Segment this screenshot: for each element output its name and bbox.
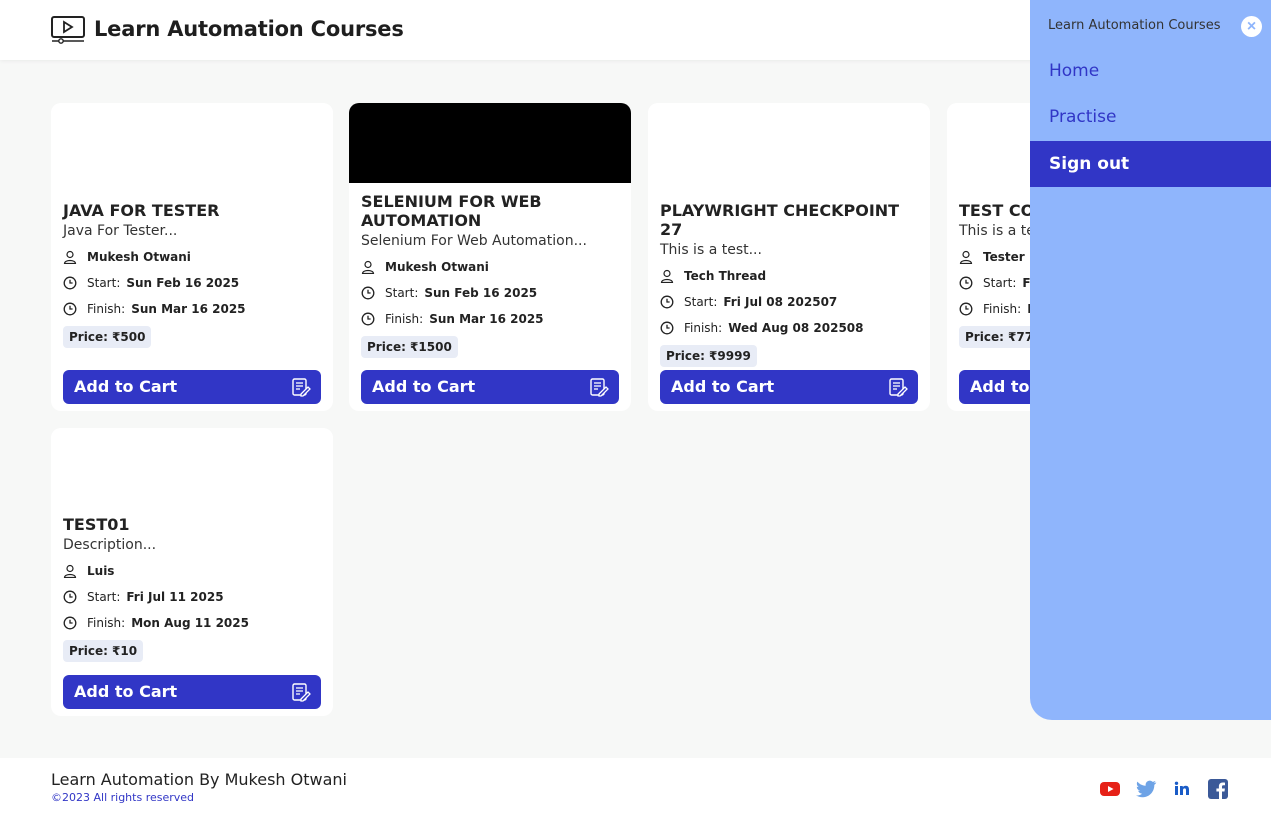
price-badge: Price: ₹9999 bbox=[660, 345, 757, 367]
clock-icon bbox=[959, 302, 973, 316]
course-card: PLAYWRIGHT CHECKPOINT 27 This is a test.… bbox=[648, 103, 930, 411]
clock-icon bbox=[959, 276, 973, 290]
price-badge: Price: ₹10 bbox=[63, 640, 144, 662]
course-author: Tech Thread bbox=[660, 263, 918, 289]
course-title: JAVA FOR TESTER bbox=[63, 201, 220, 220]
menu-item-sign-out[interactable]: Sign out bbox=[1030, 141, 1271, 187]
finish-date: Mon Aug 11 2025 bbox=[131, 616, 249, 630]
course-thumbnail bbox=[648, 103, 930, 183]
clock-icon bbox=[63, 616, 77, 630]
clock-icon bbox=[63, 590, 77, 604]
author-name: Tech Thread bbox=[684, 269, 767, 283]
menu-item-practise[interactable]: Practise bbox=[1030, 94, 1271, 140]
footer-title: Learn Automation By Mukesh Otwani bbox=[51, 770, 347, 789]
add-to-cart-button[interactable]: Add to Cart bbox=[63, 675, 321, 709]
course-start: Start: Fri Jul 11 2025 bbox=[63, 584, 321, 610]
course-title: PLAYWRIGHT CHECKPOINT 27 bbox=[660, 201, 900, 239]
author-name: Luis bbox=[87, 564, 115, 578]
user-icon bbox=[63, 250, 77, 264]
footer: Learn Automation By Mukesh Otwani ©2023 … bbox=[0, 758, 1271, 815]
course-start: Start: Sun Feb 16 2025 bbox=[361, 280, 619, 306]
user-icon bbox=[959, 250, 973, 264]
start-date: Fri Jul 11 2025 bbox=[126, 590, 224, 604]
user-icon bbox=[361, 260, 375, 274]
clock-icon bbox=[660, 321, 674, 335]
course-start: Start: Sun Feb 16 2025 bbox=[63, 270, 321, 296]
course-card: TEST01 Description... Luis Start: Fri Jul… bbox=[51, 428, 333, 716]
course-title: TEST01 bbox=[63, 515, 130, 534]
twitter-icon[interactable] bbox=[1135, 779, 1157, 799]
drawer-title: Learn Automation Courses bbox=[1048, 18, 1221, 33]
start-label: Start: bbox=[983, 276, 1017, 290]
course-title: SELENIUM FOR WEB AUTOMATION bbox=[361, 192, 542, 230]
start-date: Sun Feb 16 2025 bbox=[126, 276, 240, 290]
course-description: Description... bbox=[63, 537, 157, 553]
finish-date: Sun Mar 16 2025 bbox=[429, 312, 544, 326]
user-icon bbox=[63, 564, 77, 578]
add-to-cart-button[interactable]: Add to Cart bbox=[660, 370, 918, 404]
course-finish: Finish: Mon Aug 11 2025 bbox=[63, 610, 321, 636]
course-author: Mukesh Otwani bbox=[63, 244, 321, 270]
course-description: This is a test... bbox=[660, 242, 762, 258]
price-badge: Price: ₹500 bbox=[63, 326, 152, 348]
course-description: Selenium For Web Automation... bbox=[361, 233, 587, 249]
menu-item-home[interactable]: Home bbox=[1030, 48, 1271, 94]
course-card: SELENIUM FOR WEB AUTOMATION Selenium For… bbox=[349, 103, 631, 411]
footer-copyright: ©2023 All rights reserved bbox=[51, 791, 195, 804]
start-label: Start: bbox=[385, 286, 419, 300]
author-name: Mukesh Otwani bbox=[87, 250, 191, 264]
add-to-cart-label: Add to Cart bbox=[671, 377, 775, 396]
cart-note-icon bbox=[292, 378, 311, 397]
finish-label: Finish: bbox=[87, 302, 126, 316]
author-name: Mukesh Otwani bbox=[385, 260, 489, 274]
clock-icon bbox=[660, 295, 674, 309]
side-drawer: Learn Automation Courses × Home Practise… bbox=[1030, 0, 1271, 720]
finish-label: Finish: bbox=[385, 312, 424, 326]
cart-note-icon bbox=[292, 683, 311, 702]
start-date: Fri Jul 08 202507 bbox=[723, 295, 838, 309]
course-author: Mukesh Otwani bbox=[361, 254, 619, 280]
cart-note-icon bbox=[590, 378, 609, 397]
start-label: Start: bbox=[87, 590, 121, 604]
course-card: JAVA FOR TESTER Java For Tester... Mukes… bbox=[51, 103, 333, 411]
clock-icon bbox=[63, 276, 77, 290]
course-finish: Finish: Sun Mar 16 2025 bbox=[361, 306, 619, 332]
cart-note-icon bbox=[889, 378, 908, 397]
start-label: Start: bbox=[87, 276, 121, 290]
start-date: Sun Feb 16 2025 bbox=[424, 286, 538, 300]
finish-label: Finish: bbox=[684, 321, 723, 335]
course-description: Java For Tester... bbox=[63, 223, 178, 239]
course-thumbnail bbox=[51, 103, 333, 183]
finish-label: Finish: bbox=[87, 616, 126, 630]
add-to-cart-label: Add to Cart bbox=[74, 682, 178, 701]
user-icon bbox=[660, 269, 674, 283]
clock-icon bbox=[63, 302, 77, 316]
course-finish: Finish: Wed Aug 08 202508 bbox=[660, 315, 918, 341]
add-to-cart-label: Add to Cart bbox=[74, 377, 178, 396]
course-finish: Finish: Sun Mar 16 2025 bbox=[63, 296, 321, 322]
facebook-icon[interactable] bbox=[1207, 779, 1229, 799]
course-start: Start: Fri Jul 08 202507 bbox=[660, 289, 918, 315]
start-label: Start: bbox=[684, 295, 718, 309]
clock-icon bbox=[361, 312, 375, 326]
clock-icon bbox=[361, 286, 375, 300]
price-badge: Price: ₹1500 bbox=[361, 336, 458, 358]
app-title[interactable]: Learn Automation Courses bbox=[94, 17, 404, 41]
add-to-cart-button[interactable]: Add to Cart bbox=[63, 370, 321, 404]
video-course-logo-icon bbox=[51, 16, 85, 44]
finish-label: Finish: bbox=[983, 302, 1022, 316]
add-to-cart-label: Add to Cart bbox=[372, 377, 476, 396]
linkedin-icon[interactable] bbox=[1171, 779, 1193, 799]
add-to-cart-button[interactable]: Add to Cart bbox=[361, 370, 619, 404]
finish-date: Wed Aug 08 202508 bbox=[728, 321, 864, 335]
author-name: Tester bbox=[983, 250, 1025, 264]
close-drawer-button[interactable]: × bbox=[1241, 16, 1262, 37]
finish-date: Sun Mar 16 2025 bbox=[131, 302, 246, 316]
youtube-icon[interactable] bbox=[1099, 779, 1121, 799]
course-thumbnail bbox=[349, 103, 631, 183]
course-author: Luis bbox=[63, 558, 321, 584]
course-thumbnail bbox=[51, 428, 333, 504]
